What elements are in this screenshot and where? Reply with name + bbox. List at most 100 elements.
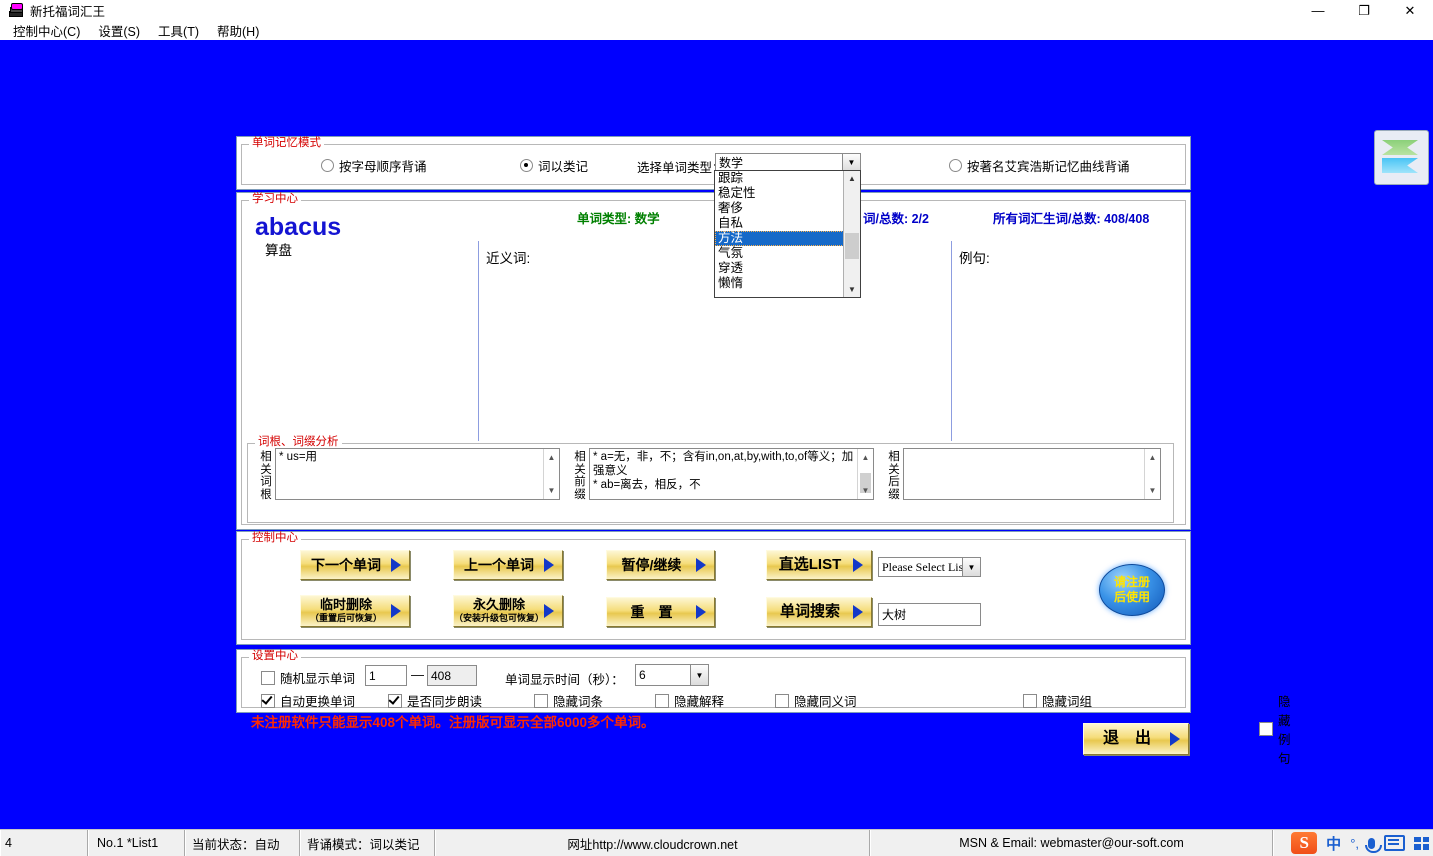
range-to-input[interactable]: 408 [427, 665, 477, 686]
display-time-combo[interactable]: 6 ▼ [635, 664, 709, 686]
prev-word-button[interactable]: 上一个单词 [453, 550, 563, 580]
perm-delete-button[interactable]: 永久删除 （安装升级包可恢复） [453, 595, 563, 627]
status-cell-website[interactable]: 网址http://www.cloudcrown.net [435, 830, 870, 856]
menu-bar: 控制中心(C) 设置(S) 工具(T) 帮助(H) [0, 21, 1433, 40]
checkbox-hide-synonym[interactable]: 隐藏同义词 [775, 691, 857, 710]
checkbox-hide-explain-box [655, 693, 669, 708]
arrow-right-icon [544, 604, 554, 618]
pause-resume-label: 暂停/继续 [621, 556, 682, 573]
checkbox-hide-phrase[interactable]: 隐藏词组 [1023, 691, 1092, 710]
current-word: abacus [255, 213, 342, 241]
display-time-value: 6 [639, 668, 646, 682]
dropdown-option[interactable]: 懒惰 [715, 276, 844, 291]
checkbox-sync-read-label: 是否同步朗读 [407, 695, 483, 709]
scroll-down-icon[interactable]: ▼ [858, 484, 873, 497]
scroll-down-icon[interactable]: ▼ [544, 484, 559, 497]
menu-item-control-center[interactable]: 控制中心(C) [4, 20, 89, 41]
sogou-ime-icon[interactable]: S [1291, 832, 1318, 854]
word-type-combo-value: 数学 [719, 156, 744, 170]
next-word-button[interactable]: 下一个单词 [300, 550, 410, 580]
microphone-icon[interactable] [1365, 837, 1382, 853]
radio-alphabetical[interactable]: 按字母顺序背诵 [321, 156, 427, 175]
checkbox-hide-entry-box [534, 693, 548, 708]
menu-item-settings[interactable]: 设置(S) [89, 20, 149, 41]
ime-language-icon[interactable]: 中 [1326, 833, 1341, 854]
maximize-button[interactable]: ❐ [1341, 0, 1387, 21]
related-suffix-text [907, 450, 1143, 498]
synonym-label: 近义词: [486, 251, 531, 266]
example-value [959, 267, 1169, 437]
menu-item-tools[interactable]: 工具(T) [149, 20, 208, 41]
temp-delete-button[interactable]: 临时删除 （重置后可恢复） [300, 595, 410, 627]
arrow-right-icon [696, 605, 706, 619]
checkbox-hide-example-label: 隐藏例句 [1278, 695, 1291, 766]
radio-ebbinghaus[interactable]: 按著名艾宾浩斯记忆曲线背诵 [949, 156, 1130, 175]
apps-grid-icon[interactable] [1414, 836, 1429, 850]
register-line-1: 请注册 [1113, 575, 1150, 589]
scroll-up-icon[interactable]: ▲ [1145, 451, 1160, 464]
checkbox-random-display[interactable]: 随机显示单词 [261, 668, 355, 687]
scroll-down-icon[interactable]: ▼ [1145, 484, 1160, 497]
prev-word-label: 上一个单词 [464, 556, 534, 573]
arrow-right-icon [391, 558, 401, 572]
related-suffix-scrollbar[interactable]: ▲ ▼ [1144, 449, 1160, 499]
arrow-right-icon [391, 604, 401, 618]
register-notice-button[interactable]: 请注册 后使用 [1099, 564, 1165, 616]
dropdown-option-selected[interactable]: 方法 [715, 231, 844, 246]
checkbox-hide-explain[interactable]: 隐藏解释 [655, 691, 724, 710]
dropdown-option[interactable]: 奢侈 [715, 201, 844, 216]
checkbox-auto-change[interactable]: 自动更换单词 [261, 691, 355, 710]
window-controls: — ❐ ✕ [1295, 0, 1433, 21]
status-cell-list: No.1 *List1 [88, 830, 185, 856]
temp-delete-title: 临时删除 [319, 597, 372, 613]
list-select-combo[interactable]: Please Select List ▼ [878, 557, 981, 577]
chevron-down-icon[interactable]: ▼ [962, 558, 980, 576]
word-type-dropdown-list[interactable]: 跟踪 稳定性 奢侈 自私 方法 气氛 穿透 懒惰 [715, 171, 844, 297]
word-search-input[interactable]: 大树 [878, 603, 981, 626]
word-search-button[interactable]: 单词搜索 [766, 597, 872, 627]
desktop-shortcut-icon[interactable] [1374, 130, 1429, 185]
scroll-up-icon[interactable]: ▲ [544, 451, 559, 464]
checkbox-hide-synonym-box [775, 693, 789, 708]
exit-button[interactable]: 退 出 [1083, 723, 1189, 755]
chevron-down-icon[interactable]: ▼ [842, 154, 860, 171]
range-from-input[interactable]: 1 [365, 665, 407, 686]
status-cell-state: 当前状态：自动 [185, 830, 300, 856]
ime-punctuation-icon[interactable]: °, [1350, 836, 1359, 851]
close-button[interactable]: ✕ [1387, 0, 1433, 21]
reset-button[interactable]: 重 置 [606, 597, 715, 627]
dropdown-option[interactable]: 气氛 [715, 246, 844, 261]
word-type-dropdown-popup[interactable]: 跟踪 稳定性 奢侈 自私 方法 气氛 穿透 懒惰 ▲ ▼ [714, 170, 861, 298]
scroll-down-icon[interactable]: ▼ [844, 282, 860, 297]
dropdown-option[interactable]: 穿透 [715, 261, 844, 276]
related-root-scrollbar[interactable]: ▲ ▼ [543, 449, 559, 499]
scroll-up-icon[interactable]: ▲ [844, 171, 860, 186]
related-suffix-textarea[interactable]: ▲ ▼ [903, 448, 1161, 500]
dropdown-option[interactable]: 跟踪 [715, 171, 844, 186]
unregistered-notice: 未注册软件只能显示408个单词。注册版可显示全部6000多个单词。 [251, 715, 655, 730]
temp-delete-label: 临时删除 （重置后可恢复） [301, 597, 391, 623]
minimize-button[interactable]: — [1295, 0, 1341, 21]
reset-label: 重 置 [630, 603, 673, 620]
keyboard-icon[interactable] [1384, 835, 1405, 851]
radio-by-category[interactable]: 词以类记 [520, 156, 588, 175]
scrollbar-thumb[interactable] [845, 233, 859, 259]
checkbox-hide-entry[interactable]: 隐藏词条 [534, 691, 603, 710]
related-prefix-scrollbar[interactable]: ▲ ▼ [857, 449, 873, 499]
related-root-textarea[interactable]: * us=用 ▲ ▼ [275, 448, 560, 500]
checkbox-hide-example[interactable]: 隐藏例句 [1259, 691, 1291, 767]
dropdown-option[interactable]: 自私 [715, 216, 844, 231]
pause-resume-button[interactable]: 暂停/继续 [606, 550, 715, 580]
dropdown-scrollbar[interactable]: ▲ ▼ [843, 171, 860, 297]
dropdown-option[interactable]: 稳定性 [715, 186, 844, 201]
system-tray: S 中 °, [1291, 830, 1429, 856]
settings-center-group-title: 设置中心 [249, 650, 301, 662]
checkbox-sync-read[interactable]: 是否同步朗读 [388, 691, 482, 710]
scroll-up-icon[interactable]: ▲ [858, 451, 873, 464]
list-select-value: Please Select List [882, 559, 962, 574]
direct-list-button[interactable]: 直选LIST [766, 550, 872, 580]
chevron-down-icon[interactable]: ▼ [690, 665, 708, 685]
related-prefix-textarea[interactable]: * a=无，非，不；含有in,on,at,by,with,to,of等义；加强意… [589, 448, 874, 500]
study-center-group-title: 学习中心 [249, 193, 301, 205]
menu-item-help[interactable]: 帮助(H) [208, 20, 268, 41]
